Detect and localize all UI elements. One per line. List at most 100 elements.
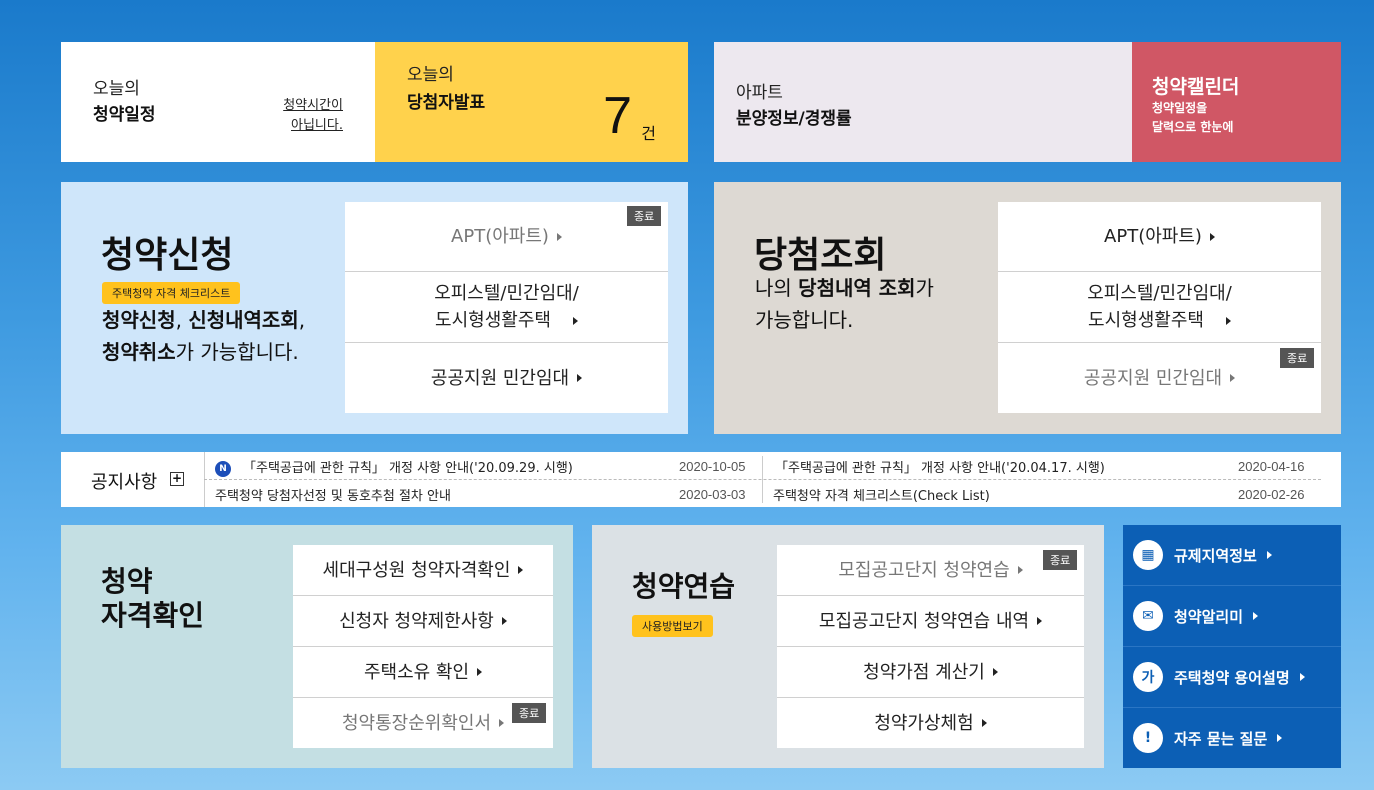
- practice-panel: 청약연습 사용방법보기 모집공고단지 청약연습 모집공고단지 청약연습 내역 청…: [592, 525, 1104, 768]
- schedule-status-line1: 청약시간이: [283, 98, 343, 113]
- arrow-right-icon: [1299, 673, 1305, 681]
- arrow-right-icon: [1225, 317, 1231, 325]
- exclamation-icon: !: [1133, 723, 1163, 753]
- practice-menu-virtual[interactable]: 청약가상체험: [777, 698, 1084, 748]
- notice-item-date: 2020-02-26: [1238, 487, 1305, 502]
- notice-item[interactable]: N 「주택공급에 관한 규칙」 개정 사항 안내('20.09.29. 시행): [215, 457, 573, 477]
- arrow-right-icon: [556, 232, 562, 241]
- faq-link[interactable]: ! 자주 묻는 질문: [1123, 708, 1341, 768]
- result-menu-apt[interactable]: APT(아파트): [998, 202, 1321, 272]
- today-schedule-card[interactable]: 오늘의 청약일정 청약시간이 아닙니다.: [61, 42, 375, 162]
- qual-menu-ownership-label: 주택소유 확인: [363, 661, 470, 683]
- apply-menu-public-rental[interactable]: 공공지원 민간임대: [345, 343, 668, 413]
- usage-guide-tag[interactable]: 사용방법보기: [632, 615, 713, 637]
- notice-item[interactable]: 주택청약 자격 체크리스트(Check List): [773, 485, 990, 504]
- qual-account-end-badge: 종료: [512, 703, 547, 723]
- notice-item-title: 주택청약 자격 체크리스트(Check List): [773, 489, 990, 504]
- today-winner-title: 당첨자발표: [407, 93, 486, 113]
- qual-menu-household[interactable]: 세대구성원 청약자격확인: [293, 545, 553, 596]
- desc-sep2: ,: [298, 308, 306, 332]
- calendar-card[interactable]: 청약캘린더 청약일정을 달력으로 한눈에: [1132, 42, 1341, 162]
- qual-menu-household-label: 세대구성원 청약자격확인: [322, 559, 511, 581]
- result-public-end-badge: 종료: [1280, 348, 1315, 368]
- new-badge-icon: N: [215, 460, 231, 477]
- result-menu-public-rental[interactable]: 공공지원 민간임대: [998, 343, 1321, 413]
- result-panel: 당첨조회 나의 당첨내역 조회가 가능합니다. APT(아파트) 오피스텔/민간…: [714, 182, 1341, 434]
- calendar-title: 청약캘린더: [1152, 76, 1240, 98]
- today-schedule-title: 청약일정: [93, 105, 156, 125]
- calendar-subtitle: 청약일정을 달력으로 한눈에: [1152, 99, 1233, 137]
- arrow-right-icon: [1230, 374, 1236, 382]
- apply-menu-officetel-label: 오피스텔/민간임대/ 도시형생활주택: [434, 280, 579, 334]
- practice-title: 청약연습: [632, 570, 736, 603]
- desc-inquiry: 신청내역조회: [188, 308, 299, 332]
- result-desc-inquiry: 당첨내역 조회: [798, 276, 916, 300]
- apply-menu-officetel-line2: 도시형생활주택: [435, 310, 551, 331]
- result-menu-officetel-line2: 도시형생활주택: [1088, 310, 1204, 331]
- practice-menu-history[interactable]: 모집공고단지 청약연습 내역: [777, 596, 1084, 647]
- arrow-right-icon: [1277, 734, 1283, 742]
- regulated-area-link[interactable]: ▦ 규제지역정보: [1123, 525, 1341, 586]
- practice-menu-history-label: 모집공고단지 청약연습 내역: [818, 610, 1030, 632]
- apply-title: 청약신청: [101, 235, 234, 276]
- schedule-status-line2: 아닙니다.: [291, 118, 343, 133]
- practice-menu-sim[interactable]: 모집공고단지 청약연습: [777, 545, 1084, 596]
- result-menu-officetel[interactable]: 오피스텔/민간임대/ 도시형생활주택: [998, 272, 1321, 343]
- apply-menu-officetel[interactable]: 오피스텔/민간임대/ 도시형생활주택: [345, 272, 668, 343]
- result-description: 나의 당첨내역 조회가 가능합니다.: [755, 272, 934, 336]
- arrow-right-icon: [501, 617, 507, 625]
- result-menu-officetel-line1: 오피스텔/민간임대/: [1087, 283, 1232, 304]
- arrow-right-icon: [1017, 566, 1023, 574]
- notice-item[interactable]: 「주택공급에 관한 규칙」 개정 사항 안내('20.04.17. 시행): [775, 457, 1105, 476]
- desc-possible: 가 가능합니다.: [175, 340, 299, 364]
- arrow-right-icon: [992, 668, 998, 676]
- practice-menu-score-calc[interactable]: 청약가점 계산기: [777, 647, 1084, 698]
- arrow-right-icon: [1253, 612, 1259, 620]
- desc-apply: 청약신청: [102, 308, 176, 332]
- qual-menu-account-rank-label: 청약통장순위확인서: [341, 712, 492, 734]
- arrow-right-icon: [577, 374, 583, 382]
- glossary-icon: 가: [1133, 662, 1163, 692]
- apply-description: 청약신청, 신청내역조회, 청약취소가 가능합니다.: [102, 304, 305, 368]
- notice-item-title: 주택청약 당첨자선정 및 동호추첨 절차 안내: [215, 489, 451, 504]
- notice-bar: 공지사항 + N 「주택공급에 관한 규칙」 개정 사항 안내('20.09.29…: [61, 452, 1341, 507]
- qual-menu-ownership[interactable]: 주택소유 확인: [293, 647, 553, 698]
- arrow-right-icon: [518, 566, 524, 574]
- notice-label: 공지사항: [91, 472, 158, 493]
- notice-more-button[interactable]: +: [170, 472, 184, 486]
- qualification-title: 청약 자격확인: [101, 565, 204, 633]
- arrow-right-icon: [1037, 617, 1043, 625]
- today-schedule-label: 오늘의: [93, 79, 140, 99]
- result-desc-my: 나의: [755, 276, 799, 300]
- qual-menu-restriction[interactable]: 신청자 청약제한사항: [293, 596, 553, 647]
- arrow-right-icon: [477, 668, 483, 676]
- result-title: 당첨조회: [754, 235, 887, 276]
- practice-menu: 모집공고단지 청약연습 모집공고단지 청약연습 내역 청약가점 계산기 청약가상…: [777, 545, 1084, 748]
- subscription-alert-link[interactable]: ✉ 청약알리미: [1123, 586, 1341, 647]
- practice-menu-virtual-label: 청약가상체험: [874, 712, 974, 734]
- notice-item-date: 2020-04-16: [1238, 459, 1305, 474]
- notice-item-date: 2020-10-05: [679, 459, 746, 474]
- subscription-alert-label: 청약알리미: [1174, 607, 1244, 626]
- desc-cancel: 청약취소: [102, 340, 176, 364]
- glossary-link[interactable]: 가 주택청약 용어설명: [1123, 647, 1341, 708]
- schedule-status-link[interactable]: 청약시간이 아닙니다.: [283, 96, 343, 136]
- arrow-right-icon: [981, 719, 987, 727]
- notice-item-date: 2020-03-03: [679, 487, 746, 502]
- notice-item[interactable]: 주택청약 당첨자선정 및 동호추첨 절차 안내: [215, 485, 451, 504]
- apt-info-label: 아파트: [736, 83, 783, 103]
- notice-item-title: 「주택공급에 관한 규칙」 개정 사항 안내('20.04.17. 시행): [775, 461, 1105, 476]
- arrow-right-icon: [1209, 232, 1215, 241]
- result-menu: APT(아파트) 오피스텔/민간임대/ 도시형생활주택 공공지원 민간임대: [998, 202, 1321, 413]
- quick-links-panel: ▦ 규제지역정보 ✉ 청약알리미 가 주택청약 용어설명 ! 자주 묻는 질문: [1123, 525, 1341, 768]
- apply-menu-apt[interactable]: APT(아파트): [345, 202, 668, 272]
- qualification-panel: 청약 자격확인 세대구성원 청약자격확인 신청자 청약제한사항 주택소유 확인 …: [61, 525, 573, 768]
- result-desc-possible: 가능합니다.: [755, 308, 854, 332]
- result-menu-apt-label: APT(아파트): [1104, 226, 1202, 247]
- calendar-sub2: 달력으로 한눈에: [1152, 120, 1234, 134]
- practice-menu-sim-label: 모집공고단지 청약연습: [838, 559, 1010, 581]
- apply-panel: 청약신청 주택청약 자격 체크리스트 청약신청, 신청내역조회, 청약취소가 가…: [61, 182, 688, 434]
- today-winner-card[interactable]: 오늘의 당첨자발표 7 건: [375, 42, 688, 162]
- apt-info-card[interactable]: 아파트 분양정보/경쟁률: [714, 42, 1132, 162]
- checklist-tag[interactable]: 주택청약 자격 체크리스트: [102, 282, 241, 304]
